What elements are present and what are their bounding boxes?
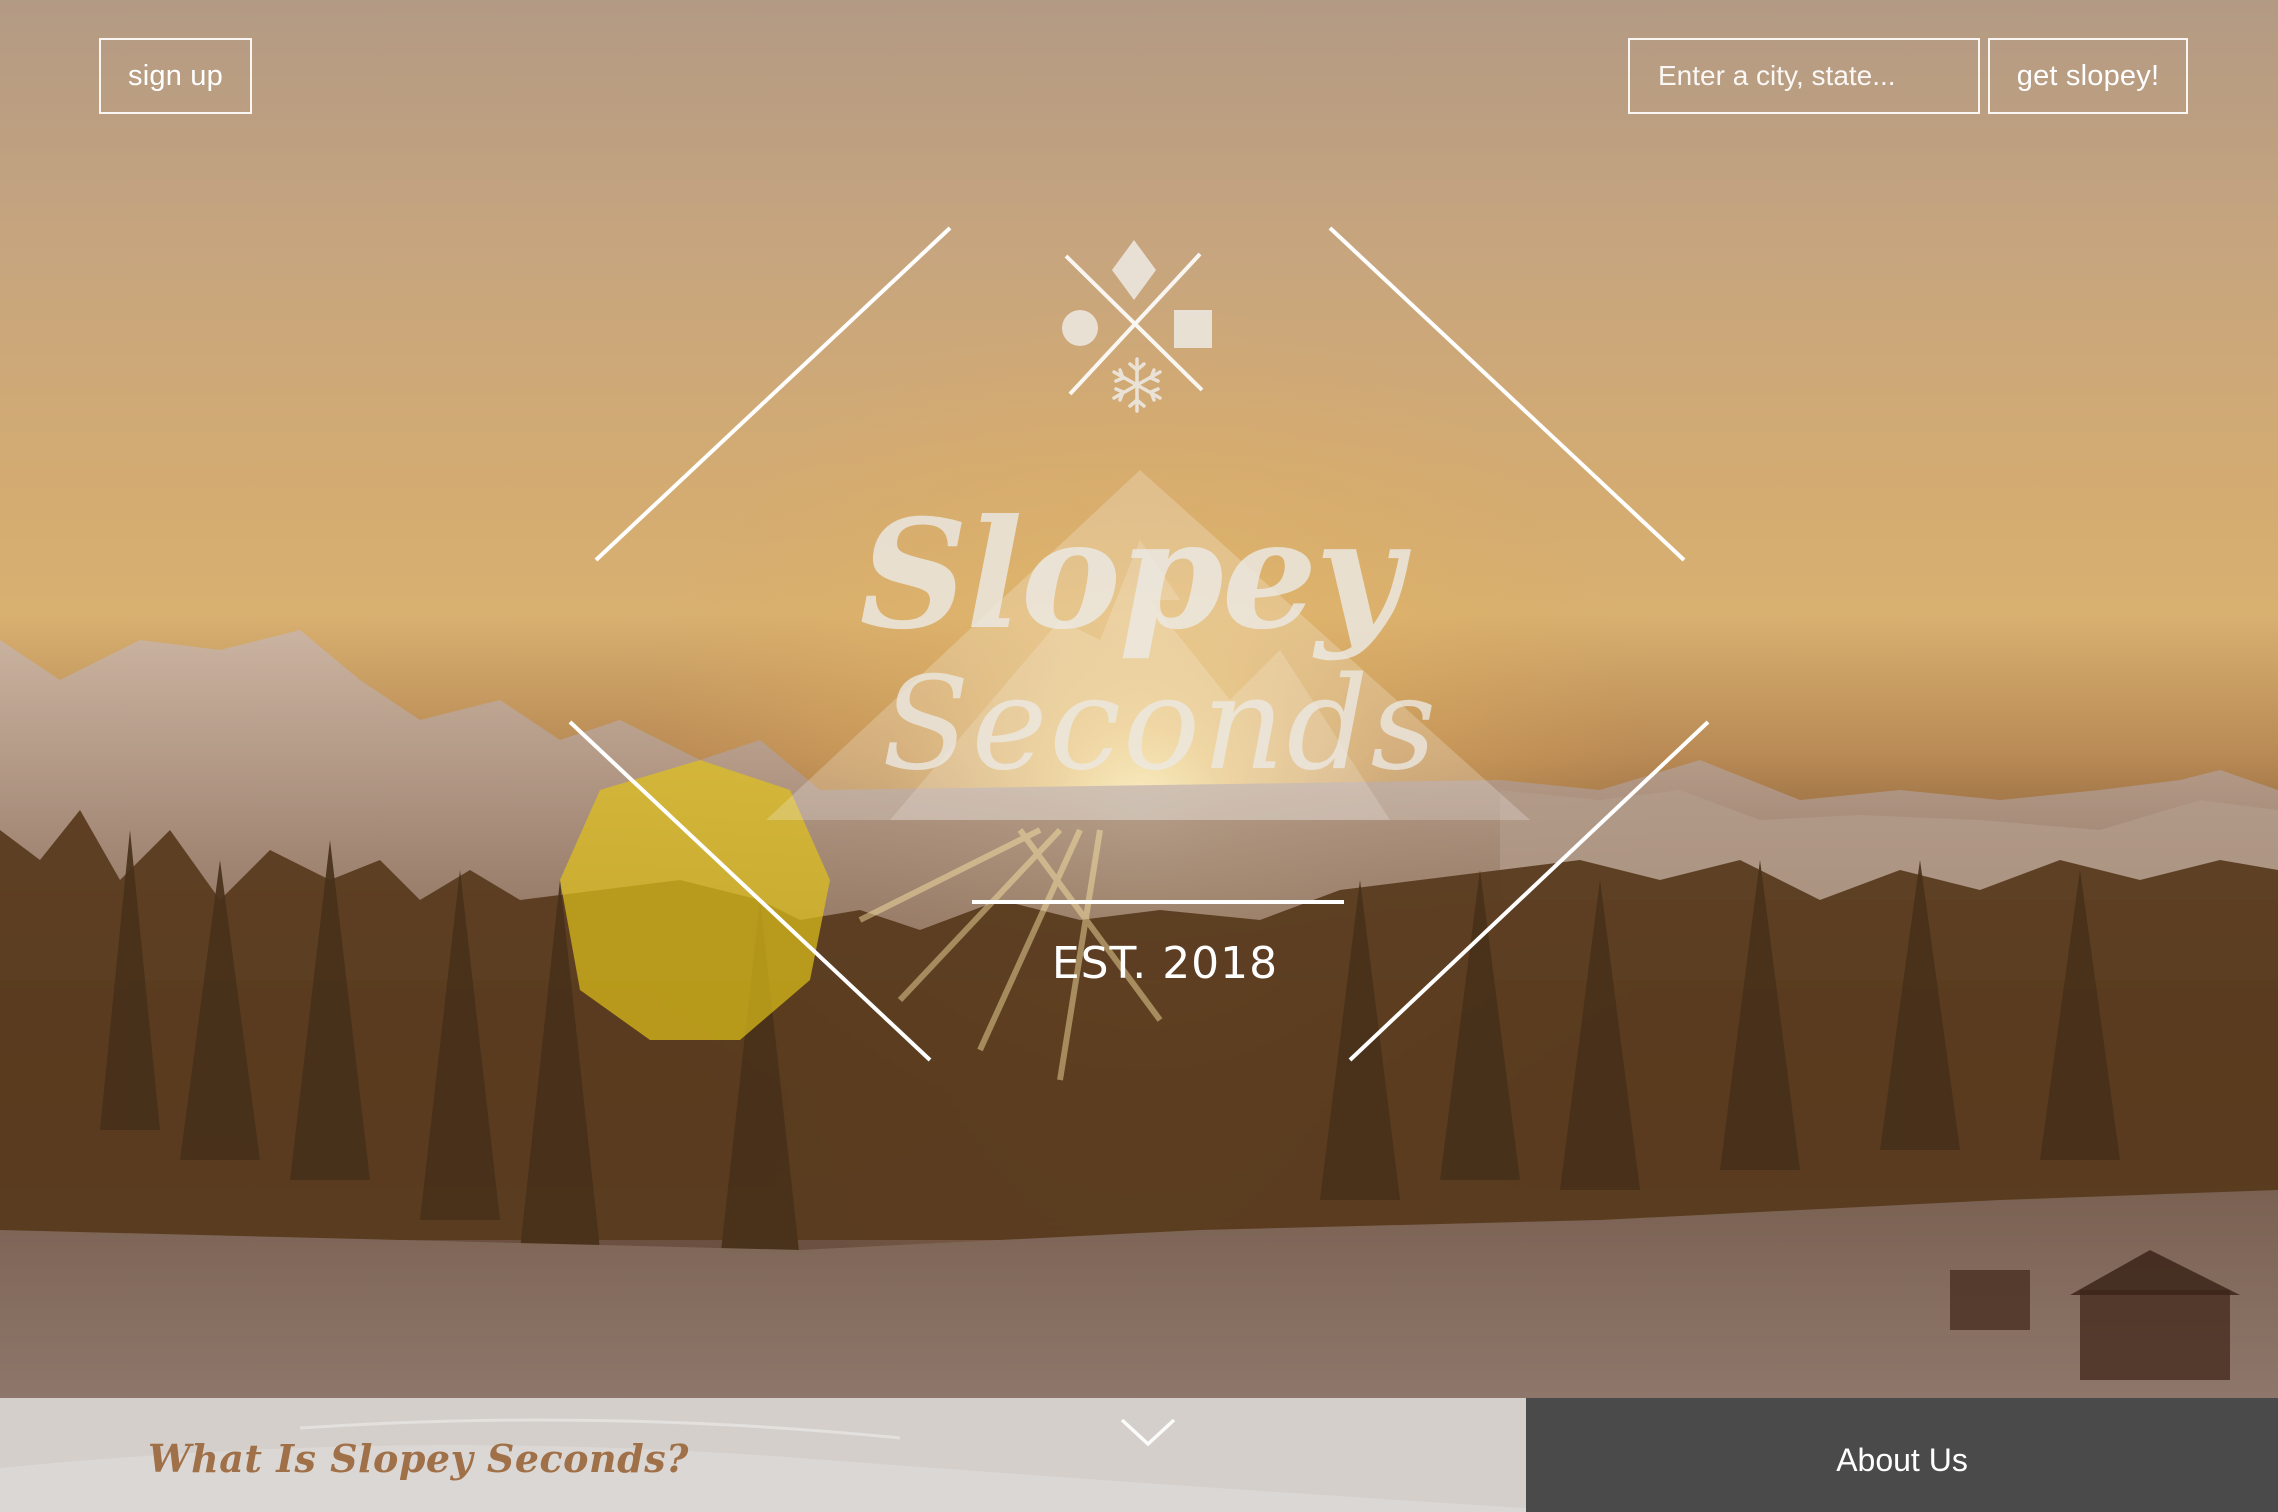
square-icon (1174, 310, 1212, 348)
get-slopey-button[interactable]: get slopey! (1988, 38, 2188, 114)
city-search-input[interactable] (1628, 38, 1980, 114)
diamond-icon (1112, 240, 1156, 300)
landing-page: Slopey Seconds EST. 2018 sign up get slo… (0, 0, 2278, 1512)
established-label: EST. 2018 (1051, 938, 1279, 989)
hero-section: Slopey Seconds EST. 2018 sign up get slo… (0, 0, 2278, 1398)
circle-icon (1062, 310, 1098, 346)
chevron-down-icon[interactable] (1118, 1414, 1178, 1450)
signup-button[interactable]: sign up (99, 38, 252, 114)
about-us-panel[interactable]: About Us (1526, 1398, 2278, 1512)
logo-subtitle: Seconds (881, 650, 1439, 799)
what-is-heading: What Is Slopey Seconds? (148, 1436, 689, 1481)
logo-title: Slopey (859, 487, 1403, 663)
about-us-link[interactable]: About Us (1836, 1442, 1968, 1479)
snowflake-icon (1112, 357, 1162, 413)
